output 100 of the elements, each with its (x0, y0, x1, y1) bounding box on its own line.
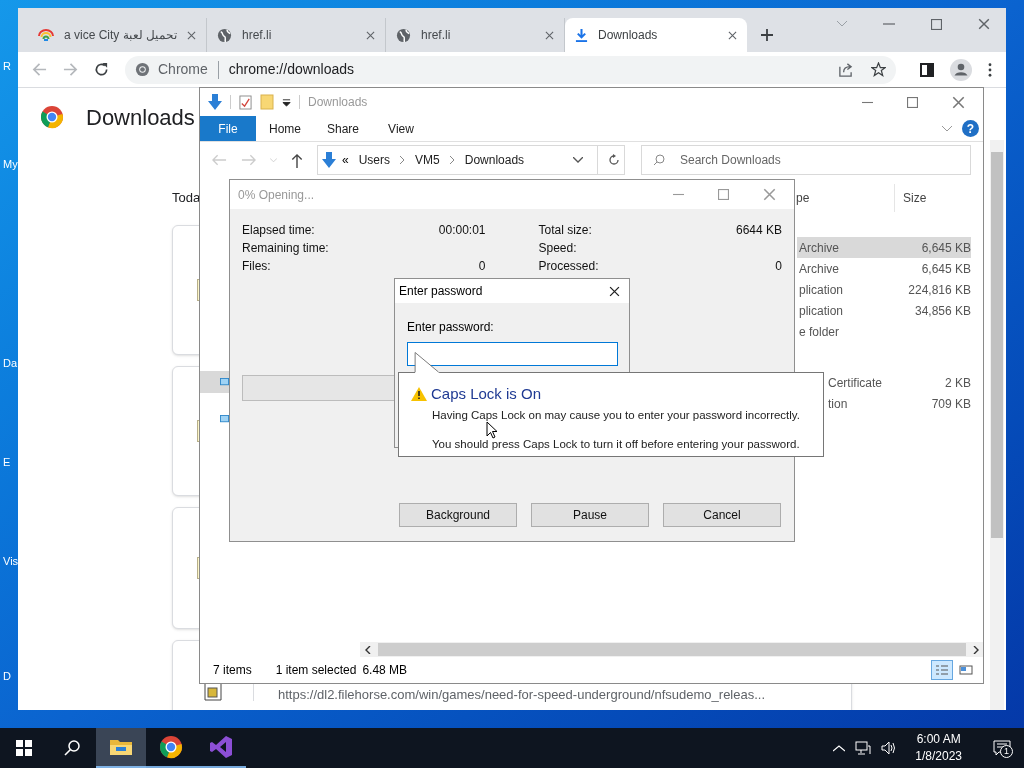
dialog-button[interactable]: Cancel (663, 503, 781, 527)
breadcrumb-item[interactable]: VM5 (415, 151, 440, 169)
download-icon (322, 152, 336, 168)
breadcrumb-item[interactable]: Downloads (464, 151, 525, 169)
selection-status: 1 item selected (275, 662, 357, 679)
path-overflow[interactable]: « (342, 151, 349, 169)
download-url[interactable]: https://dl2.filehorse.com/win/games/need-for-speed-underground/nfsudemo_releas... (278, 684, 766, 704)
tooltip-text: Having Caps Lock on may cause you to enter your password incorrectly. (432, 407, 801, 423)
selection-size: 6.48 MB (362, 662, 408, 679)
maximize-icon[interactable] (931, 18, 942, 30)
ribbon-tab[interactable]: View (372, 116, 430, 141)
window-title: Downloads (308, 94, 368, 111)
dropdown-icon[interactable] (573, 157, 583, 163)
search-icon[interactable] (64, 740, 80, 756)
desktop-icon-label[interactable]: D (3, 668, 11, 685)
file-explorer-icon[interactable] (96, 728, 146, 768)
stat-label: Total size: (538, 222, 592, 239)
scrollbar-thumb[interactable] (378, 643, 966, 656)
desktop-icon-label[interactable]: E (3, 454, 11, 471)
address-bar[interactable]: « Users VM5 Downloads (317, 145, 625, 175)
breadcrumb-item[interactable]: Users (358, 151, 391, 169)
stat-label: Speed: (538, 240, 577, 257)
page-title: Downloads (86, 103, 195, 132)
reload-icon[interactable] (94, 62, 109, 77)
stat-value: 0 (775, 258, 782, 275)
windows-logo-icon[interactable] (16, 740, 32, 756)
site-label: Chrome (158, 60, 208, 79)
section-label: Toda (172, 189, 201, 207)
down-arrow-icon[interactable] (208, 94, 222, 110)
nav-pane-item[interactable] (200, 371, 230, 393)
ribbon-tab[interactable]: Home (256, 116, 314, 141)
properties-icon[interactable] (239, 94, 252, 110)
column-header[interactable]: pe (796, 184, 894, 212)
scrollbar[interactable] (990, 140, 1004, 710)
browser-tab[interactable]: Downloads (565, 18, 747, 52)
show-hidden-icons-icon[interactable] (833, 744, 846, 752)
up-icon[interactable] (291, 152, 303, 168)
browser-tab[interactable]: a vice City تحميل لعبة (28, 18, 207, 52)
url-text: chrome://downloads (228, 60, 355, 79)
stat-label: Elapsed time: (242, 222, 315, 239)
stat-value: 00:00:01 (438, 222, 486, 239)
desktop-icon-label[interactable]: Vis (3, 553, 19, 570)
stat-label: Processed: (538, 258, 599, 275)
stat-label: Files: (242, 258, 271, 275)
maximize-icon[interactable] (718, 189, 729, 200)
file-row[interactable]: Archive 6,645 KB (797, 237, 971, 258)
globe-icon (217, 27, 232, 43)
menu-icon[interactable] (988, 62, 992, 77)
file-row[interactable]: e folder (797, 321, 971, 342)
column-header[interactable]: Size (894, 184, 970, 212)
close-icon[interactable] (609, 285, 620, 297)
share-icon[interactable] (838, 62, 853, 77)
scroll-left-icon[interactable] (365, 645, 371, 654)
rainbow-icon (38, 29, 54, 41)
new-tab-icon[interactable] (761, 29, 773, 41)
ribbon-tab[interactable]: Share (314, 116, 372, 141)
network-icon[interactable] (855, 741, 872, 755)
dialog-title: Enter password (399, 283, 483, 300)
chevron-icon[interactable] (400, 156, 406, 164)
file-row[interactable]: plication 34,856 KB (797, 300, 971, 321)
item-count: 7 items (213, 662, 252, 679)
side-panel-icon[interactable] (920, 62, 934, 77)
type-cell-text: tion (827, 395, 849, 413)
help-button[interactable]: ? (962, 120, 979, 137)
ribbon-tab[interactable]: File (200, 116, 256, 141)
maximize-icon[interactable] (907, 96, 918, 108)
tooltip-text: You should press Caps Lock to turn it off before entering your password. (432, 436, 801, 452)
file-row[interactable]: Archive 6,645 KB (797, 258, 971, 279)
dialog-button[interactable]: Pause (531, 503, 649, 527)
desktop-icon-label[interactable]: Da (3, 355, 18, 372)
type-cell-text: Archive (798, 260, 840, 278)
dialog-button[interactable]: Background (399, 503, 517, 527)
clock[interactable]: 6:00 AM 1/8/2023 (907, 731, 970, 765)
search-icon (653, 154, 665, 166)
field-label: Enter password: (407, 319, 495, 336)
notifications-icon[interactable] (993, 740, 1011, 756)
dialog-title: 0% Opening... (238, 186, 315, 204)
star-icon[interactable] (871, 62, 886, 77)
size-cell-text: 224,816 KB (907, 281, 971, 299)
type-cell-text: Certificate (827, 374, 884, 392)
browser-tab[interactable]: href.li (207, 18, 386, 52)
expand-ribbon-icon[interactable] (942, 125, 952, 132)
refresh-icon[interactable] (608, 154, 620, 166)
search-field[interactable]: Search Downloads (641, 145, 971, 175)
stat-value: 6644 KB (735, 222, 782, 239)
chevron-icon[interactable] (449, 156, 455, 164)
volume-icon[interactable] (881, 741, 898, 755)
file-row[interactable]: plication 224,816 KB (797, 279, 971, 300)
stat-label: Remaining time: (242, 240, 329, 257)
chrome-logo-icon (40, 105, 64, 129)
desktop-icon-label[interactable]: My (3, 156, 18, 173)
globe-icon (396, 27, 411, 43)
address-bar[interactable]: Chrome chrome://downloads (125, 55, 896, 84)
profile-icon[interactable] (950, 58, 972, 81)
customize-icon[interactable] (282, 97, 291, 107)
mouse-cursor-icon (486, 421, 498, 439)
chrome-logo-icon (135, 62, 150, 77)
scroll-right-icon[interactable] (973, 645, 979, 654)
download-icon (575, 27, 588, 43)
size-cell-text: 6,645 KB (920, 260, 971, 278)
